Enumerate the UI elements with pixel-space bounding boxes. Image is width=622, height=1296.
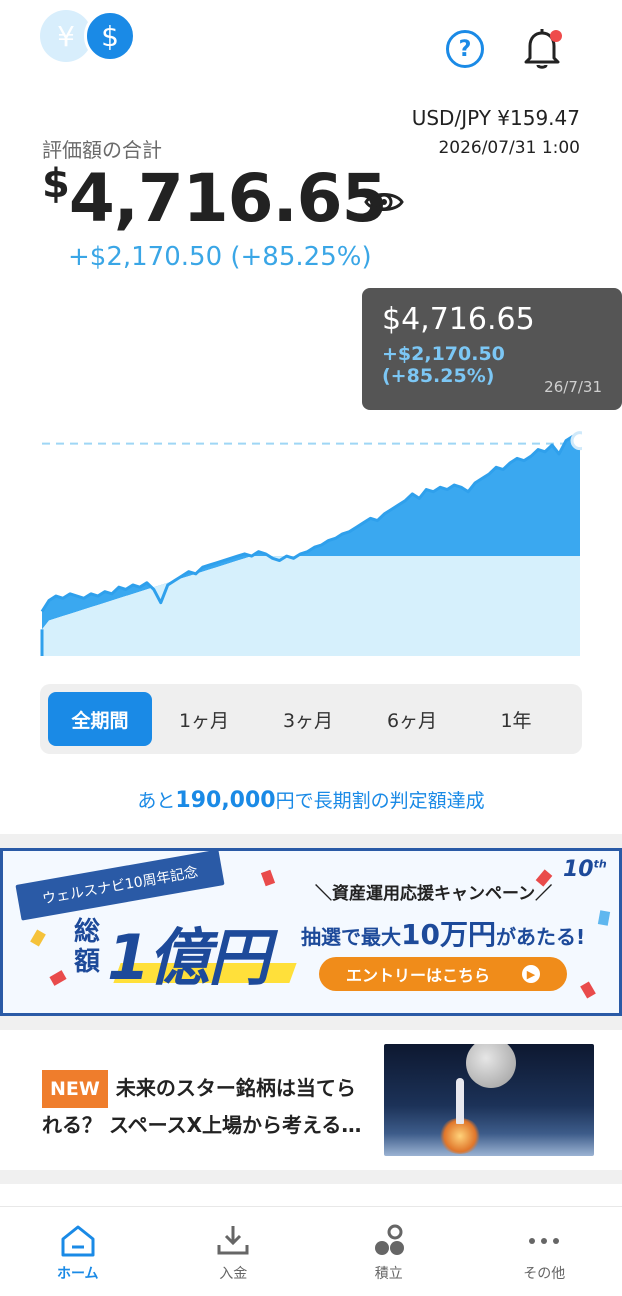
entry-button-label: エントリーはこちら: [345, 966, 490, 985]
banner-lottery-text: 抽選で最大10万円があたる!: [301, 913, 585, 953]
total-value-amount: 4,716.65: [68, 160, 388, 237]
total-value-label: 評価額の合計: [42, 138, 162, 162]
entry-button[interactable]: エントリーはこちら ▶: [319, 957, 567, 991]
banner-headline: 1億円: [107, 907, 297, 994]
coins-icon: [374, 1224, 404, 1255]
section-divider: [0, 1016, 622, 1030]
confetti: [580, 981, 596, 999]
tooltip-value: $4,716.65: [382, 302, 535, 337]
section-divider: [0, 834, 622, 848]
tooltip-date: 26/7/31: [544, 378, 602, 396]
lottery-amount: 10万円: [401, 918, 496, 951]
tab-6-months[interactable]: 6ヶ月: [360, 692, 464, 746]
notification-dot: [550, 30, 562, 42]
performance-chart[interactable]: [40, 420, 582, 665]
help-icon[interactable]: ?: [446, 30, 484, 68]
bottom-navigation: ホーム 入金 積立 その他: [0, 1206, 622, 1296]
campaign-banner[interactable]: ウェルスナビ10周年記念 総額 1億円 10th ＼資産運用応援キャンペーン／ …: [0, 848, 622, 1016]
fx-rate: USD/JPY ¥159.47: [411, 106, 580, 130]
new-badge: NEW: [42, 1070, 108, 1108]
moon-image: [466, 1044, 516, 1088]
nav-accumulate-label: 積立: [374, 1266, 403, 1282]
confetti: [49, 970, 67, 986]
long-term-discount-milestone[interactable]: あと190,000円で長期割の判定額達成: [0, 786, 622, 813]
chart-tooltip: $4,716.65 +$2,170.50 (+85.25%) 26/7/31: [362, 288, 622, 410]
confetti: [597, 910, 611, 926]
fx-timestamp: 2026/07/31 1:00: [438, 138, 580, 158]
total-currency-symbol: $: [42, 161, 70, 207]
rocket-image: [456, 1078, 464, 1124]
total-gain: +$2,170.50 (+85.25%): [68, 242, 372, 272]
tab-1-year[interactable]: 1年: [464, 692, 568, 746]
lottery-prefix: 抽選で最大: [301, 925, 401, 949]
nav-deposit-label: 入金: [219, 1266, 248, 1282]
milestone-suffix: 円で長期割の判定額達成: [275, 790, 485, 812]
lottery-suffix: があたる!: [495, 925, 586, 949]
period-tabs: 全期間 1ヶ月 3ヶ月 6ヶ月 1年: [40, 684, 582, 754]
nav-home-label: ホーム: [56, 1266, 99, 1282]
chart-endpoint-marker: [570, 431, 582, 451]
nav-other[interactable]: その他: [467, 1207, 622, 1296]
banner-total-label: 総額: [73, 917, 100, 977]
tab-1-month[interactable]: 1ヶ月: [152, 692, 256, 746]
banner-campaign-text: ＼資産運用応援キャンペーン／: [315, 884, 553, 904]
chevron-right-icon: ▶: [522, 965, 540, 983]
news-title: NEW 未来のスター銘柄は当てられる？ スペースX上場から考える…: [42, 1070, 372, 1142]
news-card[interactable]: NEW 未来のスター銘柄は当てられる？ スペースX上場から考える…: [0, 1030, 622, 1170]
nav-other-label: その他: [523, 1266, 566, 1282]
tenth-number: 10: [563, 857, 594, 882]
tab-all-period[interactable]: 全期間: [48, 692, 152, 746]
nav-deposit[interactable]: 入金: [156, 1207, 312, 1296]
section-divider: [0, 1170, 622, 1184]
confetti: [30, 929, 46, 947]
nav-accumulate[interactable]: 積立: [311, 1207, 467, 1296]
confetti: [260, 869, 276, 887]
total-value: $4,716.65: [42, 160, 388, 237]
home-icon: [61, 1225, 95, 1257]
currency-toggle[interactable]: ¥ $: [40, 10, 140, 66]
download-icon: [217, 1226, 249, 1255]
more-icon: [529, 1238, 560, 1244]
news-thumbnail: [384, 1044, 594, 1156]
milestone-amount: 190,000: [175, 788, 276, 813]
banner-amount: 1億円: [107, 921, 270, 994]
tenth-anniversary-logo: 10th: [563, 857, 607, 882]
tab-3-months[interactable]: 3ヶ月: [256, 692, 360, 746]
milestone-prefix: あと: [137, 790, 176, 812]
principal-area: [42, 556, 580, 656]
dollar-icon[interactable]: $: [84, 10, 136, 62]
nav-home[interactable]: ホーム: [0, 1207, 156, 1296]
eye-icon[interactable]: [364, 186, 404, 218]
